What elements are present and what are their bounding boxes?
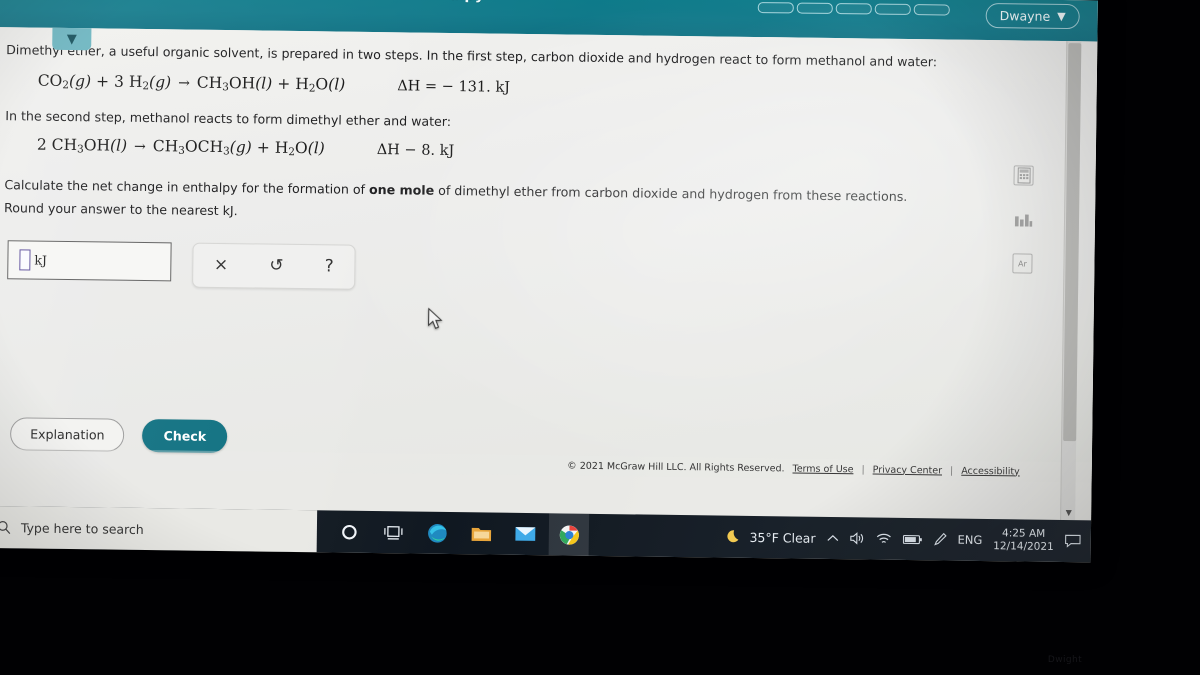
- moon-icon: [726, 529, 742, 545]
- intro-paragraph: Dimethyl ether, a useful organic solvent…: [6, 42, 938, 70]
- wifi-icon[interactable]: [875, 532, 891, 545]
- weather-widget[interactable]: 35°F Clear: [726, 529, 816, 546]
- monitor-photo: Using Hess's Law to calculate net reacti…: [0, 0, 1200, 675]
- chevron-down-icon: ▼: [66, 31, 77, 47]
- mail-icon[interactable]: [505, 513, 546, 556]
- eq1-reactant-1: CO2(g): [37, 71, 92, 92]
- progress-segment: [835, 3, 872, 15]
- answer-row: kJ × ↺ ?: [7, 239, 1094, 299]
- page-title: Using Hess's Law to calculate net reacti…: [56, 0, 485, 3]
- clock-time: 4:25 AM: [1001, 527, 1046, 541]
- eq1-product-2: H2O(l): [295, 75, 346, 95]
- progress-segment: [913, 4, 950, 16]
- weather-text: 35°F Clear: [749, 529, 816, 546]
- language-indicator[interactable]: ENG: [957, 533, 982, 547]
- calculator-icon[interactable]: [1013, 165, 1034, 186]
- search-input[interactable]: Type here to search: [0, 505, 318, 553]
- account-menu[interactable]: Dwayne ▼: [985, 2, 1080, 30]
- step2-paragraph-wrap: In the second step, methanol reacts to f…: [0, 107, 1096, 140]
- search-icon: [0, 520, 11, 535]
- scroll-down-arrow-icon[interactable]: ▼: [1061, 505, 1076, 519]
- search-placeholder: Type here to search: [20, 519, 144, 537]
- footer-separator: |: [861, 463, 865, 475]
- page-footer: © 2021 McGraw Hill LLC. All Rights Reser…: [0, 447, 1092, 483]
- problem-statement: Dimethyl ether, a useful organic solvent…: [0, 41, 1097, 74]
- plus-sign: +: [277, 74, 291, 94]
- eq1-product-1: CH3OH(l): [196, 73, 273, 94]
- taskbar-icons: [329, 510, 590, 556]
- answer-toolbar: × ↺ ?: [192, 242, 356, 290]
- question-sheet: Dimethyl ether, a useful organic solvent…: [0, 26, 1098, 483]
- eq2-product-1: CH3OCH3(g): [152, 136, 252, 158]
- eq2-reactant-1: 2 CH3OH(l): [36, 135, 128, 156]
- progress-indicator: [757, 1, 950, 16]
- task-view-icon[interactable]: [373, 511, 414, 554]
- clear-button[interactable]: ×: [214, 255, 229, 275]
- mouse-cursor: [428, 307, 445, 331]
- plus-sign: +: [256, 138, 270, 157]
- accessibility-link[interactable]: Accessibility: [961, 465, 1020, 477]
- equation-2: 2 CH3OH(l) → CH3OCH3(g) + H2O(l) ΔH − 8.…: [37, 135, 1096, 168]
- photo-corner-label: Dwight: [1047, 655, 1082, 665]
- terms-of-use-link[interactable]: Terms of Use: [792, 463, 853, 475]
- windows-taskbar: Type here to search 35°F Clear ENG 4:25 …: [0, 505, 1092, 563]
- battery-icon[interactable]: [902, 533, 922, 544]
- explanation-button[interactable]: Explanation: [9, 417, 125, 452]
- question-emphasis: one mole: [368, 182, 435, 198]
- browser-page: Using Hess's Law to calculate net reacti…: [0, 0, 1098, 563]
- check-button[interactable]: Check: [142, 418, 228, 454]
- chrome-browser-icon[interactable]: [548, 513, 590, 556]
- progress-segment: [796, 2, 833, 14]
- chevron-up-icon[interactable]: [826, 533, 838, 542]
- progress-segment: [757, 1, 794, 14]
- copyright-text: © 2021 McGraw Hill LLC. All Rights Reser…: [567, 460, 785, 474]
- notification-icon[interactable]: [1065, 534, 1081, 548]
- data-chart-icon[interactable]: [1013, 209, 1033, 229]
- equation-1: CO2(g) + 3 H2(g) → CH3OH(l) + H2O(l) ΔH …: [38, 72, 1097, 105]
- eq1-reactant-2: 3 H2(g): [113, 72, 172, 93]
- cortana-icon[interactable]: [329, 510, 370, 553]
- reaction-arrow-icon: →: [178, 75, 190, 92]
- eq2-product-2: H2O(l): [274, 138, 325, 159]
- eq1-delta-h: ΔH = − 131. kJ: [397, 78, 511, 97]
- step2-paragraph: In the second step, methanol reacts to f…: [5, 107, 452, 129]
- question-block: Calculate the net change in enthalpy for…: [0, 176, 1095, 232]
- progress-segment: [874, 3, 911, 16]
- clock[interactable]: 4:25 AM 12/14/2021: [993, 527, 1054, 553]
- account-name: Dwayne: [999, 8, 1051, 24]
- answer-placeholder-box: [19, 248, 31, 271]
- pen-icon[interactable]: [933, 532, 947, 546]
- system-tray: 35°F Clear ENG 4:25 AM 12/14/2021: [726, 524, 1091, 554]
- periodic-table-icon[interactable]: Ar: [1012, 253, 1033, 274]
- periodic-table-label: Ar: [1018, 258, 1027, 269]
- edge-browser-icon[interactable]: [417, 512, 458, 555]
- chevron-down-icon: ▼: [1057, 9, 1066, 24]
- undo-button[interactable]: ↺: [269, 256, 284, 276]
- answer-input[interactable]: kJ: [7, 239, 172, 281]
- tool-rail: Ar: [1012, 165, 1034, 274]
- eq2-delta-h: ΔH − 8. kJ: [376, 141, 455, 159]
- clock-date: 12/14/2021: [993, 540, 1054, 553]
- reaction-arrow-icon: →: [134, 138, 146, 155]
- footer-separator: |: [949, 465, 954, 477]
- collapse-panel-toggle[interactable]: ▼: [52, 27, 92, 51]
- plus-sign: +: [95, 72, 110, 91]
- answer-unit-label: kJ: [34, 252, 48, 268]
- screen-area: Using Hess's Law to calculate net reacti…: [0, 0, 1098, 563]
- volume-icon[interactable]: [849, 531, 864, 545]
- help-button[interactable]: ?: [325, 256, 334, 276]
- file-explorer-icon[interactable]: [461, 512, 502, 555]
- privacy-center-link[interactable]: Privacy Center: [873, 464, 943, 476]
